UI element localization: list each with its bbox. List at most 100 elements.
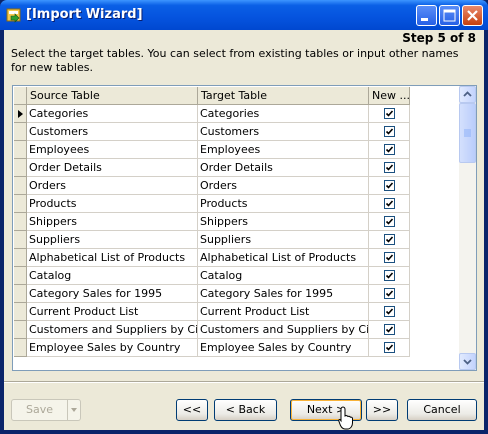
row-selector[interactable] bbox=[14, 267, 27, 285]
back-button[interactable]: < Back bbox=[214, 399, 277, 421]
table-mapping-grid[interactable]: Source Table Target Table New ... Catego… bbox=[12, 85, 477, 371]
source-table-cell[interactable]: Suppliers bbox=[27, 231, 198, 249]
table-row[interactable]: Alphabetical List of Products Alphabetica… bbox=[14, 249, 459, 267]
row-selector[interactable] bbox=[14, 141, 27, 159]
save-button[interactable]: Save bbox=[11, 399, 68, 421]
row-selector[interactable] bbox=[14, 339, 27, 357]
table-row[interactable]: Products Products bbox=[14, 195, 459, 213]
source-table-cell[interactable]: Order Details bbox=[27, 159, 198, 177]
table-row[interactable]: Category Sales for 1995 Category Sales fo… bbox=[14, 285, 459, 303]
cancel-button[interactable]: Cancel bbox=[407, 399, 477, 421]
target-table-cell[interactable]: Order Details bbox=[198, 159, 369, 177]
vertical-scrollbar[interactable] bbox=[459, 86, 476, 370]
table-row[interactable]: Orders Orders bbox=[14, 177, 459, 195]
row-selector[interactable] bbox=[14, 321, 27, 339]
checkmark-icon bbox=[385, 272, 394, 279]
new-table-checkbox[interactable] bbox=[384, 288, 395, 299]
target-table-cell[interactable]: Orders bbox=[198, 177, 369, 195]
table-row[interactable]: Catalog Catalog bbox=[14, 267, 459, 285]
wizard-app-icon bbox=[6, 8, 21, 23]
maximize-button[interactable] bbox=[439, 5, 460, 26]
row-selector[interactable] bbox=[14, 177, 27, 195]
table-row[interactable]: Suppliers Suppliers bbox=[14, 231, 459, 249]
save-dropdown-button[interactable] bbox=[68, 399, 81, 421]
source-table-cell[interactable]: Category Sales for 1995 bbox=[27, 285, 198, 303]
source-table-cell[interactable]: Customers bbox=[27, 123, 198, 141]
checkmark-icon bbox=[385, 218, 394, 225]
source-table-cell[interactable]: Current Product List bbox=[27, 303, 198, 321]
column-header-source-table[interactable]: Source Table bbox=[27, 87, 198, 105]
table-row[interactable]: Order Details Order Details bbox=[14, 159, 459, 177]
target-table-cell[interactable]: Suppliers bbox=[198, 231, 369, 249]
row-selector[interactable] bbox=[14, 285, 27, 303]
table-row[interactable]: Current Product List Current Product List bbox=[14, 303, 459, 321]
new-table-checkbox[interactable] bbox=[384, 216, 395, 227]
target-table-cell[interactable]: Current Product List bbox=[198, 303, 369, 321]
target-table-cell[interactable]: Customers and Suppliers by City bbox=[198, 321, 369, 339]
new-table-checkbox[interactable] bbox=[384, 234, 395, 245]
row-selector[interactable] bbox=[14, 159, 27, 177]
new-table-checkbox[interactable] bbox=[384, 324, 395, 335]
title-bar[interactable]: [Import Wizard] bbox=[0, 0, 488, 30]
source-table-cell[interactable]: Categories bbox=[27, 105, 198, 123]
new-table-checkbox[interactable] bbox=[384, 144, 395, 155]
checkmark-icon bbox=[385, 326, 394, 333]
source-table-cell[interactable]: Employees bbox=[27, 141, 198, 159]
new-table-checkbox[interactable] bbox=[384, 126, 395, 137]
first-step-button[interactable]: << bbox=[176, 399, 208, 421]
target-table-cell[interactable]: Products bbox=[198, 195, 369, 213]
row-selector[interactable] bbox=[14, 249, 27, 267]
new-table-checkbox[interactable] bbox=[384, 342, 395, 353]
source-table-cell[interactable]: Orders bbox=[27, 177, 198, 195]
source-table-cell[interactable]: Shippers bbox=[27, 213, 198, 231]
last-step-button[interactable]: >> bbox=[366, 399, 398, 421]
current-row-arrow-icon bbox=[18, 110, 23, 118]
new-table-checkbox[interactable] bbox=[384, 252, 395, 263]
table-row[interactable]: Customers and Suppliers by City Customers… bbox=[14, 321, 459, 339]
table-row[interactable]: Shippers Shippers bbox=[14, 213, 459, 231]
table-row[interactable]: Employees Employees bbox=[14, 141, 459, 159]
source-table-cell[interactable]: Alphabetical List of Products bbox=[27, 249, 198, 267]
new-table-cell bbox=[369, 285, 410, 303]
minimize-button[interactable] bbox=[416, 5, 437, 26]
row-selector[interactable] bbox=[14, 213, 27, 231]
new-table-checkbox[interactable] bbox=[384, 108, 395, 119]
minimize-icon bbox=[421, 18, 428, 21]
source-table-cell[interactable]: Employee Sales by Country bbox=[27, 339, 198, 357]
checkmark-icon bbox=[385, 236, 394, 243]
source-table-cell[interactable]: Catalog bbox=[27, 267, 198, 285]
new-table-checkbox[interactable] bbox=[384, 306, 395, 317]
row-selector[interactable] bbox=[14, 303, 27, 321]
row-selector[interactable] bbox=[14, 123, 27, 141]
column-header-target-table[interactable]: Target Table bbox=[198, 87, 369, 105]
table-row[interactable]: Customers Customers bbox=[14, 123, 459, 141]
target-table-cell[interactable]: Employees bbox=[198, 141, 369, 159]
scroll-up-button[interactable] bbox=[459, 86, 476, 103]
row-selector[interactable] bbox=[14, 231, 27, 249]
wizard-body: Step 5 of 8 Select the target tables. Yo… bbox=[4, 30, 484, 430]
table-row[interactable]: Employee Sales by Country Employee Sales … bbox=[14, 339, 459, 357]
row-selector[interactable] bbox=[14, 105, 27, 123]
new-table-checkbox[interactable] bbox=[384, 162, 395, 173]
target-table-cell[interactable]: Customers bbox=[198, 123, 369, 141]
target-table-cell[interactable]: Employee Sales by Country bbox=[198, 339, 369, 357]
new-table-checkbox[interactable] bbox=[384, 198, 395, 209]
row-selector[interactable] bbox=[14, 195, 27, 213]
scroll-down-button[interactable] bbox=[459, 353, 476, 370]
column-header-new-table[interactable]: New ... bbox=[369, 87, 410, 105]
maximize-icon bbox=[443, 9, 456, 22]
close-button[interactable] bbox=[462, 5, 483, 26]
target-table-cell[interactable]: Category Sales for 1995 bbox=[198, 285, 369, 303]
target-table-cell[interactable]: Catalog bbox=[198, 267, 369, 285]
source-table-cell[interactable]: Customers and Suppliers by City bbox=[27, 321, 198, 339]
target-table-cell[interactable]: Categories bbox=[198, 105, 369, 123]
scroll-thumb[interactable] bbox=[459, 103, 476, 163]
step-indicator: Step 5 of 8 bbox=[402, 31, 476, 45]
table-row[interactable]: Categories Categories bbox=[14, 105, 459, 123]
new-table-checkbox[interactable] bbox=[384, 270, 395, 281]
target-table-cell[interactable]: Alphabetical List of Products bbox=[198, 249, 369, 267]
new-table-checkbox[interactable] bbox=[384, 180, 395, 191]
new-table-cell bbox=[369, 213, 410, 231]
source-table-cell[interactable]: Products bbox=[27, 195, 198, 213]
target-table-cell[interactable]: Shippers bbox=[198, 213, 369, 231]
